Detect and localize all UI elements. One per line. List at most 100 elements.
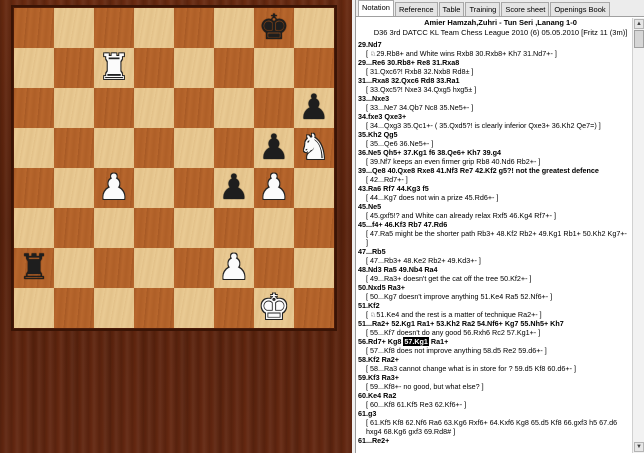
square-h3[interactable] — [294, 208, 334, 248]
tab-reference[interactable]: Reference — [394, 2, 438, 16]
annotation-line[interactable]: [ 39.Nf7 keeps an even firmer grip Rb8 4… — [366, 157, 628, 166]
annotation-line[interactable]: [ 55...Kf7 doesn't do any good 56.Rxh6 R… — [366, 328, 628, 337]
white-pawn-icon[interactable]: ♟ — [214, 248, 254, 288]
square-e4[interactable] — [174, 168, 214, 208]
square-e2[interactable] — [174, 248, 214, 288]
square-d3[interactable] — [134, 208, 174, 248]
move-line[interactable]: 39...Qe8 40.Qxe8 Rxe8 41.Nf3 Re7 42.Kf2 … — [358, 166, 628, 175]
square-c2[interactable] — [94, 248, 134, 288]
annotation-line[interactable]: [ 50...Kg7 doesn't improve anything 51.K… — [366, 292, 628, 301]
square-h4[interactable] — [294, 168, 334, 208]
move-line[interactable]: 29.Nd7 — [358, 40, 628, 49]
square-h8[interactable] — [294, 8, 334, 48]
tab-table[interactable]: Table — [438, 2, 465, 16]
annotation-line[interactable]: [ 33.Qxc5?! Nxe3 34.Qxg5 hxg5± ] — [366, 85, 628, 94]
square-a7[interactable] — [14, 48, 54, 88]
move-line[interactable]: 51...Ra2+ 52.Kg1 Ra1+ 53.Kh2 Ra2 54.Nf6+… — [358, 319, 628, 328]
square-h2[interactable] — [294, 248, 334, 288]
annotation-line[interactable]: [ 44...Kg7 does not win a prize 45.Rd6+-… — [366, 193, 628, 202]
move-line[interactable]: 45...f4+ 46.Kf3 Rb7 47.Rd6 — [358, 220, 628, 229]
vertical-scrollbar[interactable]: ▲ ▼ — [632, 18, 644, 453]
move-line[interactable]: 34.fxe3 Qxe3+ — [358, 112, 628, 121]
square-f6[interactable] — [214, 88, 254, 128]
annotation-line[interactable]: [ 35...Qe6 36.Ne5+- ] — [366, 139, 628, 148]
square-g7[interactable] — [254, 48, 294, 88]
move-line[interactable]: 50.Nxd5 Ra3+ — [358, 283, 628, 292]
square-f8[interactable] — [214, 8, 254, 48]
square-b1[interactable] — [54, 288, 94, 328]
square-c1[interactable] — [94, 288, 134, 328]
square-d6[interactable] — [134, 88, 174, 128]
annotation-line[interactable]: [ 58...Ra3 cannot change what is in stor… — [366, 364, 628, 373]
black-rook-icon[interactable]: ♜ — [14, 248, 54, 288]
annotation-line[interactable]: [ ♘29.Rb8+ and White wins Rxb8 30.Rxb8+ … — [366, 49, 628, 58]
square-c8[interactable] — [94, 8, 134, 48]
square-c6[interactable] — [94, 88, 134, 128]
square-a1[interactable] — [14, 288, 54, 328]
tab-notation[interactable]: Notation — [358, 0, 394, 16]
annotation-line[interactable]: [ 33...Ne7 34.Qb7 Nc8 35.Ne5+- ] — [366, 103, 628, 112]
move-line[interactable]: 31...Rxa8 32.Qxc6 Rd8 33.Ra1 — [358, 76, 628, 85]
move-text[interactable]: Ra1+ — [429, 337, 448, 346]
black-pawn-icon[interactable]: ♟ — [294, 88, 334, 128]
move-line[interactable]: 47...Rb5 — [358, 247, 628, 256]
square-b6[interactable] — [54, 88, 94, 128]
square-b8[interactable] — [54, 8, 94, 48]
move-line[interactable]: 29...Re6 30.Rb8+ Re8 31.Rxa8 — [358, 58, 628, 67]
tab-openings-book[interactable]: Openings Book — [550, 2, 610, 16]
square-g2[interactable] — [254, 248, 294, 288]
move-text[interactable]: 56.Rd7+ Kg8 — [358, 337, 403, 346]
move-line[interactable]: 56.Rd7+ Kg8 57.Kg1 Ra1+ — [358, 337, 628, 346]
square-d4[interactable] — [134, 168, 174, 208]
annotation-line[interactable]: [ 34...Qxg3 35.Qc1+- ( 35.Qxd5?! is clea… — [366, 121, 628, 130]
move-line[interactable]: 33...Nxe3 — [358, 94, 628, 103]
white-rook-icon[interactable]: ♜ — [94, 48, 134, 88]
move-line[interactable]: 61...Re2+ — [358, 436, 628, 445]
white-pawn-icon[interactable]: ♟ — [254, 168, 294, 208]
square-e3[interactable] — [174, 208, 214, 248]
white-king-icon[interactable]: ♚ — [254, 288, 294, 328]
square-e5[interactable] — [174, 128, 214, 168]
white-knight-icon[interactable]: ♞ — [294, 128, 334, 168]
move-list[interactable]: 29.Nd7[ ♘29.Rb8+ and White wins Rxb8 30.… — [358, 40, 628, 453]
square-b3[interactable] — [54, 208, 94, 248]
scroll-up-icon[interactable]: ▲ — [634, 19, 644, 29]
tab-score-sheet[interactable]: Score sheet — [501, 2, 550, 16]
square-e8[interactable] — [174, 8, 214, 48]
square-a5[interactable] — [14, 128, 54, 168]
square-b5[interactable] — [54, 128, 94, 168]
square-f1[interactable] — [214, 288, 254, 328]
square-b2[interactable] — [54, 248, 94, 288]
square-e1[interactable] — [174, 288, 214, 328]
square-a3[interactable] — [14, 208, 54, 248]
move-line[interactable]: 48.Nd3 Ra5 49.Nb4 Ra4 — [358, 265, 628, 274]
square-g6[interactable] — [254, 88, 294, 128]
annotation-line[interactable]: [ ♘51.Ke4 and the rest is a matter of te… — [366, 310, 628, 319]
square-e6[interactable] — [174, 88, 214, 128]
square-g3[interactable] — [254, 208, 294, 248]
annotation-line[interactable]: [ 57...Kf8 does not improve anything 58.… — [366, 346, 628, 355]
square-c5[interactable] — [94, 128, 134, 168]
square-h1[interactable] — [294, 288, 334, 328]
square-e7[interactable] — [174, 48, 214, 88]
move-line[interactable]: 51.Kf2 — [358, 301, 628, 310]
annotation-line[interactable]: [ 47...Rb3+ 48.Ke2 Rb2+ 49.Kd3+- ] — [366, 256, 628, 265]
black-pawn-icon[interactable]: ♟ — [214, 168, 254, 208]
annotation-line[interactable]: [ 61.Kf5 Kf8 62.Nf6 Ra6 63.Kg6 Rxf6+ 64.… — [366, 418, 628, 436]
square-d1[interactable] — [134, 288, 174, 328]
move-line[interactable]: 60.Ke4 Ra2 — [358, 391, 628, 400]
annotation-line[interactable]: [ 42...Rd7+- ] — [366, 175, 628, 184]
annotation-line[interactable]: [ 49...Ra3+ doesn't get the cat off the … — [366, 274, 628, 283]
square-a4[interactable] — [14, 168, 54, 208]
square-d8[interactable] — [134, 8, 174, 48]
white-pawn-icon[interactable]: ♟ — [94, 168, 134, 208]
move-line[interactable]: 45.Ne5 — [358, 202, 628, 211]
move-line[interactable]: 43.Ra6 Rf7 44.Kg3 f5 — [358, 184, 628, 193]
move-line[interactable]: 59.Kf3 Ra3+ — [358, 373, 628, 382]
annotation-line[interactable]: [ 47.Ra5 might be the shorter path Rb3+ … — [366, 229, 628, 247]
square-b7[interactable] — [54, 48, 94, 88]
square-c3[interactable] — [94, 208, 134, 248]
square-d5[interactable] — [134, 128, 174, 168]
square-f3[interactable] — [214, 208, 254, 248]
square-d7[interactable] — [134, 48, 174, 88]
